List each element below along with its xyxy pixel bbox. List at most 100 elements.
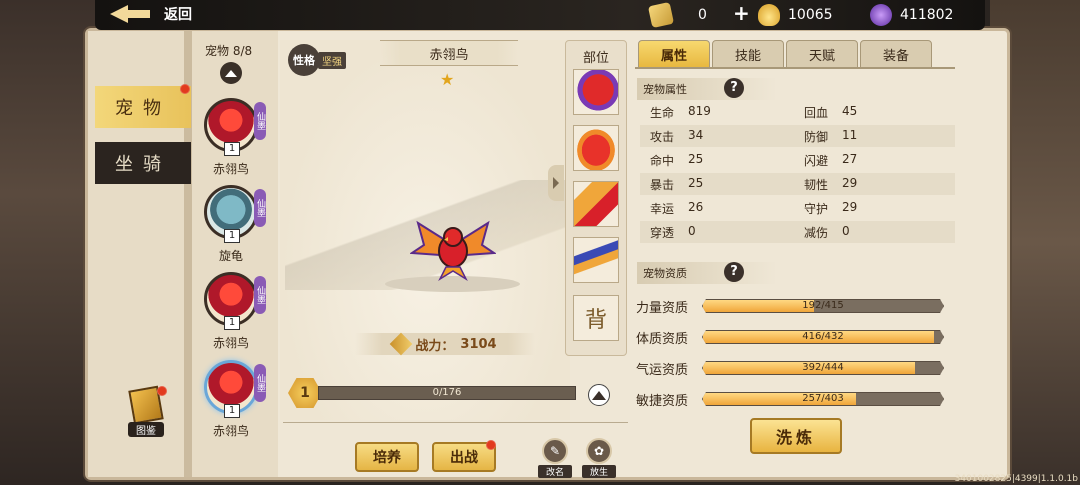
attr-value: 0 bbox=[842, 223, 850, 238]
coupon-resource: 0 bbox=[647, 1, 707, 29]
gold-ingot-icon bbox=[758, 4, 780, 26]
attribute-row: 幸运 26 守护 29 bbox=[640, 197, 955, 219]
pet-list-item[interactable]: 1 仙墨 旋龟 bbox=[200, 185, 270, 267]
gem-resource: 411802 bbox=[870, 4, 953, 26]
pet-rarity-tag: 仙墨 bbox=[254, 102, 266, 140]
back-arrow-icon bbox=[110, 4, 150, 24]
attr-key: 攻击 bbox=[650, 129, 675, 144]
head-part-icon bbox=[574, 70, 618, 114]
attr-value: 25 bbox=[688, 175, 704, 190]
pet-list-item-selected[interactable]: 1 仙墨 赤翎鸟 bbox=[200, 360, 270, 442]
attr-value: 25 bbox=[688, 151, 704, 166]
attr-value: 27 bbox=[842, 151, 858, 166]
pet-level: 1 bbox=[224, 404, 240, 418]
aptitude-text: 257/403 bbox=[802, 393, 844, 404]
pet-count: 宠物 8/8 bbox=[205, 44, 253, 58]
lotus-icon: ✿ bbox=[586, 438, 612, 464]
wash-button[interactable]: 洗炼 bbox=[750, 418, 842, 454]
sword-icon bbox=[390, 332, 413, 356]
gem-value: 411802 bbox=[900, 7, 954, 23]
rename-label: 改名 bbox=[538, 465, 572, 478]
pet-rarity-tag: 仙墨 bbox=[254, 364, 266, 402]
aptitude-section-title: 宠物资质 bbox=[637, 262, 777, 284]
attribute-row: 生命 819 回血 45 bbox=[640, 101, 955, 123]
attr-key: 减伤 bbox=[804, 225, 829, 240]
attr-value: 26 bbox=[688, 199, 704, 214]
tab-equipment[interactable]: 装备 bbox=[860, 40, 932, 68]
aptitude-row: 气运资质 392/444 bbox=[636, 359, 946, 378]
tab-mounts[interactable]: 坐骑 bbox=[95, 142, 191, 184]
attr-key: 防御 bbox=[804, 129, 829, 144]
level-up-button[interactable] bbox=[588, 384, 610, 406]
gold-value: 10065 bbox=[788, 7, 833, 23]
attribute-row: 攻击 34 防御 11 bbox=[640, 125, 955, 147]
coupon-icon bbox=[647, 1, 675, 29]
aptitude-text: 416/432 bbox=[802, 331, 844, 342]
pet-level: 1 bbox=[224, 142, 240, 156]
pet-name: 旋龟 bbox=[218, 249, 243, 263]
aptitude-label: 敏捷资质 bbox=[636, 393, 689, 409]
pet-list-item[interactable]: 1 仙墨 赤翎鸟 bbox=[200, 98, 270, 180]
rename-button[interactable]: ✎ 改名 bbox=[538, 438, 572, 478]
part-slot-tail[interactable] bbox=[573, 237, 619, 283]
tab-skills[interactable]: 技能 bbox=[712, 40, 784, 68]
attr-key: 暴击 bbox=[650, 177, 675, 192]
attr-value: 0 bbox=[688, 223, 696, 238]
part-slot-head[interactable] bbox=[573, 69, 619, 115]
tab-pets[interactable]: 宠物 bbox=[95, 86, 191, 128]
combat-power: 战力： 3104 bbox=[355, 332, 535, 356]
scroll-up-button[interactable] bbox=[220, 62, 242, 84]
attribute-row: 穿透 0 减伤 0 bbox=[640, 221, 955, 243]
back-label: 返回 bbox=[164, 7, 192, 23]
divider bbox=[283, 422, 628, 423]
aptitude-row: 敏捷资质 257/403 bbox=[636, 390, 946, 409]
power-value: 3104 bbox=[460, 336, 497, 352]
attr-key: 韧性 bbox=[804, 177, 829, 192]
train-button[interactable]: 培养 bbox=[355, 442, 419, 472]
attr-key: 生命 bbox=[650, 105, 675, 120]
back-button[interactable]: 返回 bbox=[110, 4, 192, 24]
attributes-section-title: 宠物属性 bbox=[637, 78, 777, 100]
release-label: 放生 bbox=[582, 465, 616, 478]
help-icon[interactable]: ? bbox=[724, 262, 744, 282]
wing-part-icon bbox=[574, 182, 618, 226]
pet-rarity-tag: 仙墨 bbox=[254, 189, 266, 227]
aptitude-row: 力量资质 192/415 bbox=[636, 297, 946, 316]
attr-value: 29 bbox=[842, 199, 858, 214]
attr-key: 穿透 bbox=[650, 225, 675, 240]
pet-list-item[interactable]: 1 仙墨 赤翎鸟 bbox=[200, 272, 270, 354]
aptitude-text: 192/415 bbox=[802, 300, 844, 311]
release-button[interactable]: ✿ 放生 bbox=[582, 438, 616, 478]
pet-level: 1 bbox=[224, 316, 240, 330]
attribute-row: 命中 25 闪避 27 bbox=[640, 149, 955, 171]
tab-pets-label: 宠物 bbox=[115, 98, 171, 119]
attr-value: 29 bbox=[842, 175, 858, 190]
add-currency-button[interactable]: + bbox=[733, 1, 750, 25]
pet-title: 赤翎鸟 bbox=[380, 40, 518, 66]
attr-key: 守护 bbox=[804, 201, 829, 216]
notification-dot bbox=[157, 386, 167, 396]
attr-key: 回血 bbox=[804, 105, 829, 120]
collapse-arrow-icon[interactable] bbox=[548, 165, 564, 201]
phoenix-pet-model[interactable] bbox=[410, 215, 496, 281]
help-icon[interactable]: ? bbox=[724, 78, 744, 98]
attr-key: 闪避 bbox=[804, 153, 829, 168]
attr-value: 11 bbox=[842, 127, 858, 142]
gold-resource: 10065 bbox=[758, 4, 833, 26]
tab-talents[interactable]: 天赋 bbox=[786, 40, 858, 68]
part-slot-back[interactable]: 背 bbox=[573, 295, 619, 341]
pet-name: 赤翎鸟 bbox=[212, 336, 249, 350]
part-slot-wing[interactable] bbox=[573, 181, 619, 227]
exp-text: 0/176 bbox=[432, 387, 462, 398]
aptitude-label: 气运资质 bbox=[636, 362, 689, 378]
notification-dot bbox=[180, 84, 190, 94]
tabs-underline bbox=[635, 67, 955, 69]
tab-attributes[interactable]: 属性 bbox=[638, 40, 710, 68]
notification-dot bbox=[486, 440, 496, 450]
part-slot-body[interactable] bbox=[573, 125, 619, 171]
pet-name: 赤翎鸟 bbox=[212, 424, 249, 438]
attr-value: 45 bbox=[842, 103, 858, 118]
attribute-row: 暴击 25 韧性 29 bbox=[640, 173, 955, 195]
pet-level: 1 bbox=[224, 229, 240, 243]
aptitude-label: 力量资质 bbox=[636, 300, 689, 316]
